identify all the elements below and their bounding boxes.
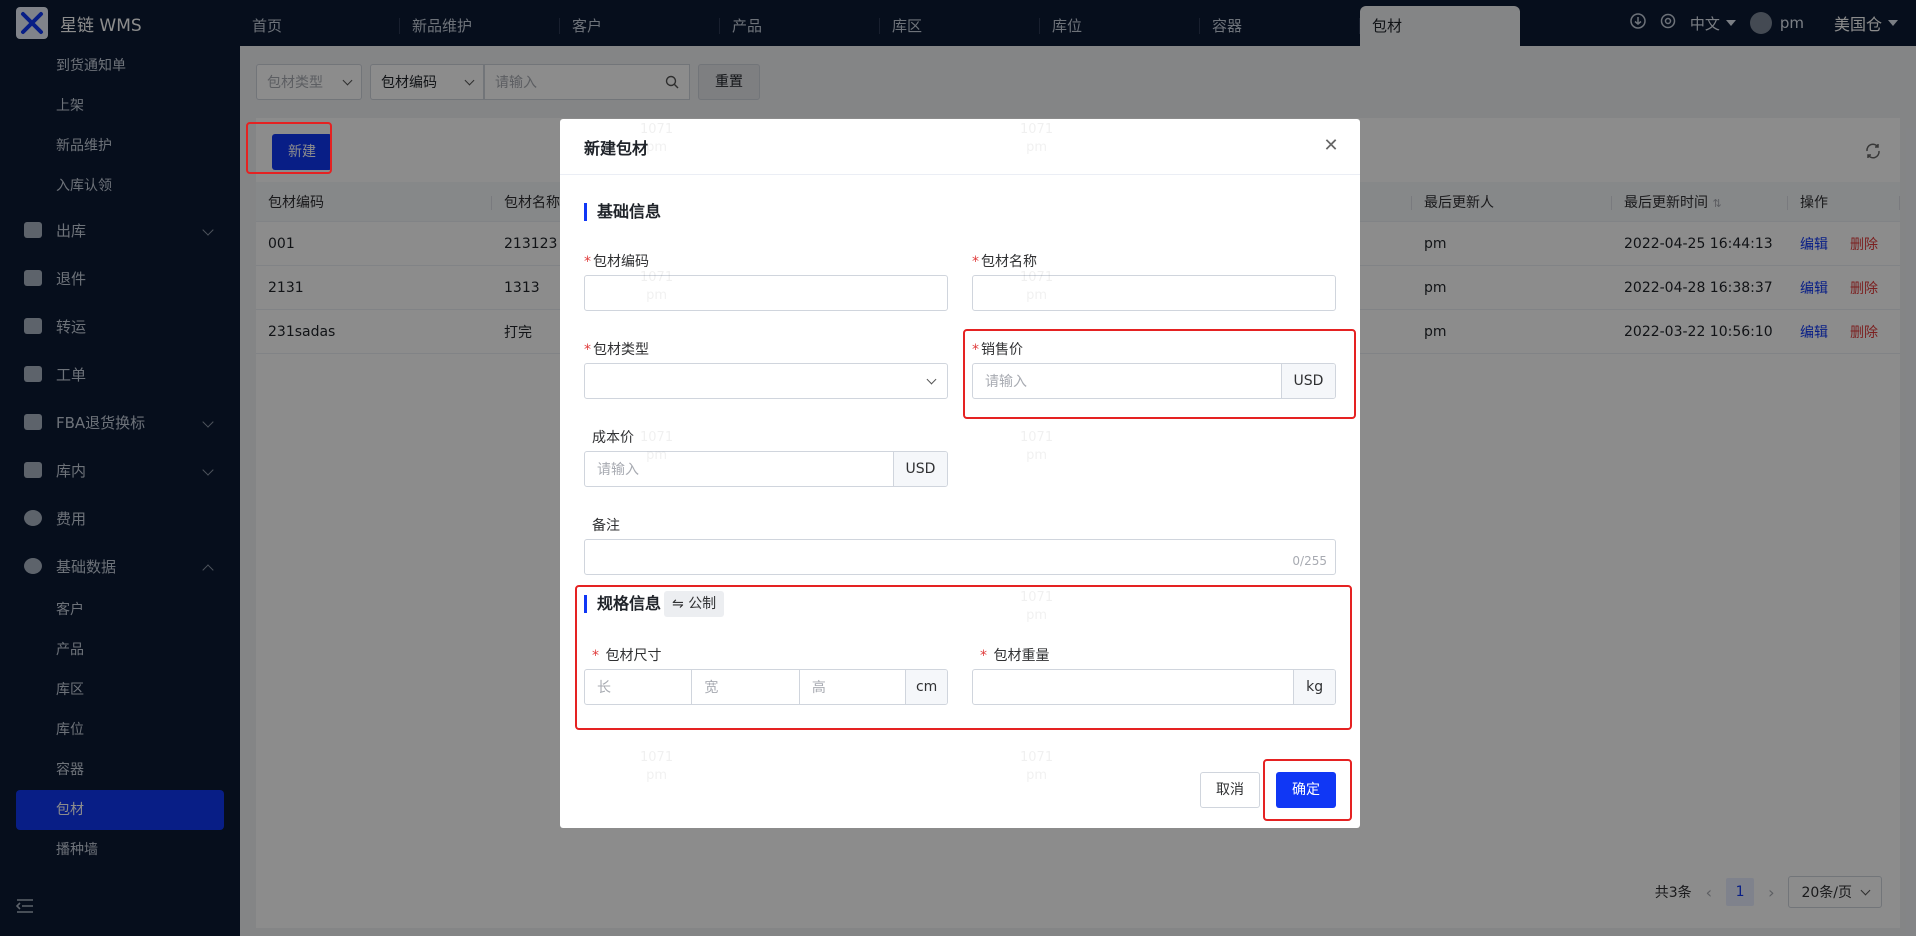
remark-counter: 0/255 bbox=[1292, 554, 1327, 568]
code-label: * 包材编码 bbox=[584, 254, 649, 270]
cost-price-input[interactable]: 请输入 USD bbox=[584, 451, 948, 487]
cost-price-placeholder: 请输入 bbox=[597, 462, 639, 478]
basic-info-section-title: 基础信息 bbox=[584, 203, 661, 221]
chevron-down-icon bbox=[926, 374, 937, 385]
highlight-confirm-button bbox=[1263, 759, 1352, 821]
watermark: 1071 pm bbox=[640, 270, 674, 303]
remark-textarea[interactable]: 0/255 bbox=[584, 539, 1336, 575]
watermark: 1071 pm bbox=[1020, 122, 1054, 155]
code-input[interactable] bbox=[584, 275, 948, 311]
type-select[interactable] bbox=[584, 363, 948, 399]
watermark: 1071 pm bbox=[640, 122, 674, 155]
watermark: 1071 pm bbox=[640, 430, 674, 463]
name-label: * 包材名称 bbox=[972, 254, 1037, 270]
cancel-button[interactable]: 取消 bbox=[1200, 772, 1260, 808]
cost-currency-addon: USD bbox=[893, 452, 947, 486]
watermark: 1071 pm bbox=[1020, 430, 1054, 463]
watermark: 1071 pm bbox=[1020, 750, 1054, 783]
close-icon[interactable]: ✕ bbox=[1322, 137, 1340, 155]
watermark: 1071 pm bbox=[1020, 270, 1054, 303]
highlight-sale-price bbox=[963, 329, 1356, 419]
dialog-title: 新建包材 bbox=[584, 138, 649, 158]
cost-price-label: 成本价 bbox=[592, 430, 634, 446]
watermark: 1071 pm bbox=[640, 750, 674, 783]
dialog-header: 新建包材 ✕ bbox=[560, 119, 1360, 175]
dialog-body: 基础信息 * 包材编码 * 包材名称 * 包材类型 * 销售价 请输入 USD 成本价 … bbox=[584, 175, 1336, 828]
type-label: * 包材类型 bbox=[584, 342, 649, 358]
remark-label: 备注 bbox=[592, 518, 620, 534]
highlight-new-button bbox=[246, 122, 332, 174]
highlight-spec-info bbox=[575, 585, 1352, 730]
